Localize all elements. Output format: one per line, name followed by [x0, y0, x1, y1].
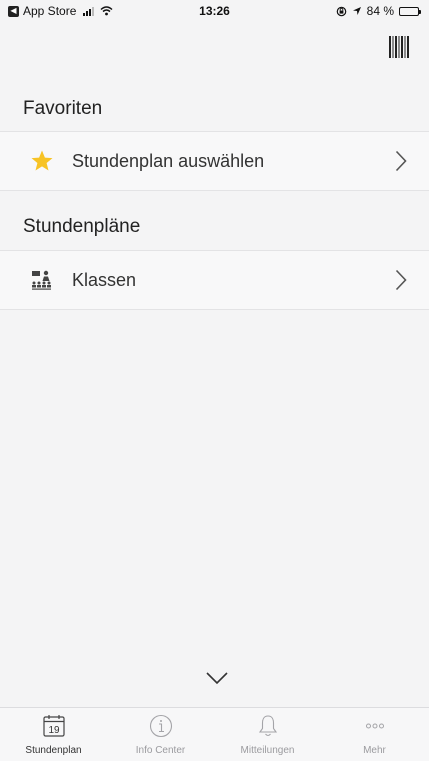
- tab-label: Mitteilungen: [240, 745, 295, 756]
- battery-icon: [399, 6, 421, 16]
- barcode-scanner-icon[interactable]: [389, 36, 409, 58]
- status-bar: ◀ App Store 13:26 84 %: [0, 0, 429, 24]
- tab-info-center[interactable]: Info Center: [107, 708, 214, 761]
- tab-mehr[interactable]: Mehr: [321, 708, 428, 761]
- calendar-icon: 19: [42, 715, 65, 737]
- location-arrow-icon: [352, 7, 361, 15]
- nav-bar: [0, 24, 429, 70]
- tab-mitteilungen[interactable]: Mitteilungen: [214, 708, 321, 761]
- chevron-right-icon: [395, 269, 407, 291]
- star-icon: [31, 150, 53, 171]
- section-header-stundenplaene: Stundenpläne: [23, 216, 141, 237]
- bell-icon: [258, 715, 277, 737]
- row-label: Klassen: [72, 270, 137, 290]
- row-stundenplan-auswaehlen[interactable]: Stundenplan auswählen: [0, 131, 429, 191]
- tab-label: Mehr: [363, 745, 386, 756]
- tab-label: Info Center: [135, 745, 186, 756]
- tab-bar: 19 Stundenplan Info Center Mitteilungen …: [0, 707, 429, 761]
- row-label: Stundenplan auswählen: [72, 151, 265, 171]
- section-header-favoriten: Favoriten: [23, 98, 103, 119]
- chevron-right-icon: [395, 150, 407, 172]
- calendar-day: 19: [48, 725, 60, 736]
- row-klassen[interactable]: Klassen: [0, 250, 429, 310]
- more-icon: [365, 723, 384, 729]
- classes-icon: [32, 270, 51, 290]
- rotation-lock-icon: [336, 6, 346, 16]
- status-right: 84 %: [336, 4, 421, 18]
- tab-stundenplan[interactable]: 19 Stundenplan: [0, 708, 107, 761]
- chevron-down-icon[interactable]: [205, 670, 229, 686]
- battery-percentage: 84 %: [366, 4, 394, 18]
- info-icon: [149, 714, 172, 738]
- tab-label: Stundenplan: [25, 745, 82, 756]
